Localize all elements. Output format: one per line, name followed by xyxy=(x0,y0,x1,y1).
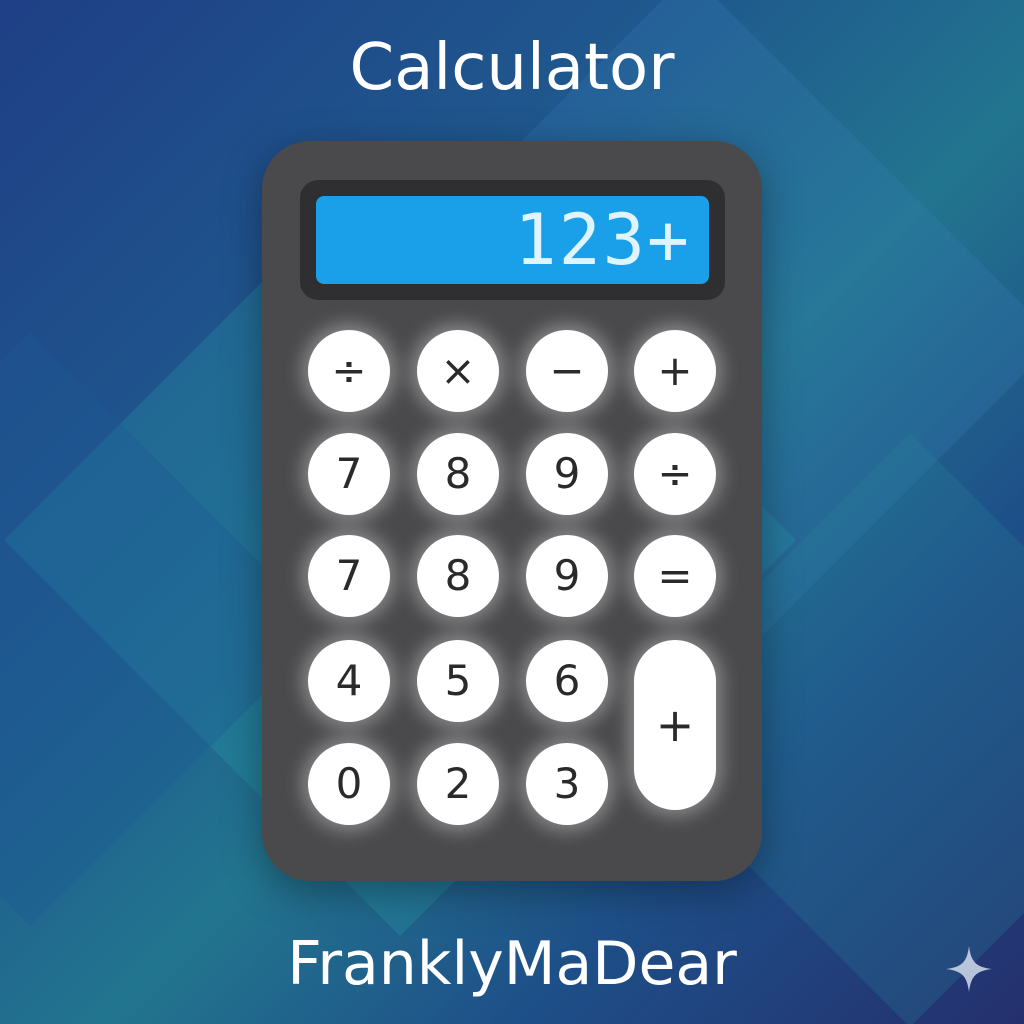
digit-8-key[interactable]: 8 xyxy=(417,535,499,617)
digit-3-key[interactable]: 3 xyxy=(526,743,608,825)
digit-6-key[interactable]: 6 xyxy=(526,640,608,722)
multiply-key[interactable]: × xyxy=(417,330,499,412)
digit-4-key[interactable]: 4 xyxy=(308,640,390,722)
divide-key[interactable]: ÷ xyxy=(308,330,390,412)
add-key[interactable]: + xyxy=(634,330,716,412)
sparkle-icon xyxy=(946,946,992,992)
calculator-display: 123+ xyxy=(316,196,709,284)
page-title: Calculator xyxy=(349,31,675,105)
digit-5-key[interactable]: 5 xyxy=(417,640,499,722)
digit-7-key[interactable]: 7 xyxy=(308,433,390,515)
footer-label: FranklyMaDear xyxy=(287,929,737,999)
add-key-tall[interactable]: + xyxy=(634,640,716,810)
display-value: 123+ xyxy=(514,199,691,281)
digit-7-key[interactable]: 7 xyxy=(308,535,390,617)
digit-9-key[interactable]: 9 xyxy=(526,535,608,617)
divide-key[interactable]: ÷ xyxy=(634,433,716,515)
digit-2-key[interactable]: 2 xyxy=(417,743,499,825)
equals-key[interactable]: = xyxy=(634,535,716,617)
subtract-key[interactable]: − xyxy=(526,330,608,412)
page-background: Calculator 123+ ÷ × − + 7 8 9 ÷ 7 8 9 = … xyxy=(0,0,1024,1024)
digit-0-key[interactable]: 0 xyxy=(308,743,390,825)
digit-9-key[interactable]: 9 xyxy=(526,433,608,515)
digit-8-key[interactable]: 8 xyxy=(417,433,499,515)
